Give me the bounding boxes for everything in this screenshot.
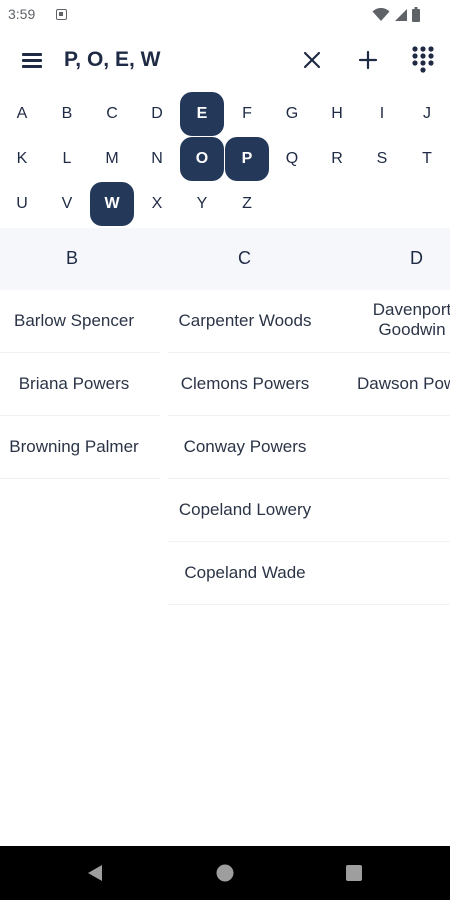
dialpad-icon[interactable]: [410, 44, 436, 76]
contact-item[interactable]: Clemons Powers: [160, 374, 330, 394]
letter-m[interactable]: M: [90, 137, 134, 181]
letter-f[interactable]: F: [225, 92, 269, 136]
letter-b[interactable]: B: [45, 92, 89, 136]
contact-item[interactable]: Carpenter Woods: [160, 311, 330, 331]
contact-item[interactable]: Conway Powers: [160, 437, 330, 457]
navigation-bar: [0, 846, 450, 900]
letter-n[interactable]: N: [135, 137, 179, 181]
status-time: 3:59: [8, 6, 36, 22]
recents-icon[interactable]: [345, 864, 363, 882]
column-header-bar: B C D: [0, 228, 450, 290]
letter-r[interactable]: R: [315, 137, 359, 181]
alphabet-grid: ABCDEFGHIJ KLMNOPQRST UVWXYZ: [0, 92, 450, 228]
letter-k[interactable]: K: [0, 137, 44, 181]
contact-item[interactable]: Davenport Goodwin: [342, 300, 450, 340]
battery-icon: [412, 7, 420, 22]
selected-letters-title: P, O, E, W: [64, 48, 161, 71]
row-divider: [0, 352, 160, 353]
row-divider: [168, 352, 450, 353]
contact-item[interactable]: Copeland Wade: [160, 563, 330, 583]
letter-q[interactable]: Q: [270, 137, 314, 181]
letter-x[interactable]: X: [135, 182, 179, 226]
row-divider: [168, 478, 450, 479]
letter-e[interactable]: E: [180, 92, 224, 136]
status-icons: [372, 7, 420, 22]
letter-j[interactable]: J: [405, 92, 449, 136]
add-icon[interactable]: [356, 48, 380, 72]
row-divider: [168, 541, 450, 542]
menu-icon[interactable]: [20, 50, 44, 70]
contact-item[interactable]: Browning Palmer: [0, 437, 148, 457]
back-icon[interactable]: [85, 863, 105, 883]
row-divider: [168, 604, 450, 605]
letter-u[interactable]: U: [0, 182, 44, 226]
letter-z[interactable]: Z: [225, 182, 269, 226]
contact-item[interactable]: Copeland Lowery: [160, 500, 330, 520]
letter-w[interactable]: W: [90, 182, 134, 226]
letter-h[interactable]: H: [315, 92, 359, 136]
status-bar: 3:59: [0, 0, 450, 30]
letter-c[interactable]: C: [90, 92, 134, 136]
letter-v[interactable]: V: [45, 182, 89, 226]
wifi-icon: [372, 7, 390, 21]
contact-name-text: Davenport Goodwin: [372, 300, 450, 339]
letter-p[interactable]: P: [225, 137, 269, 181]
row-divider: [0, 415, 160, 416]
letter-o[interactable]: O: [180, 137, 224, 181]
letter-a[interactable]: A: [0, 92, 44, 136]
letter-l[interactable]: L: [45, 137, 89, 181]
column-header-c: C: [238, 248, 251, 268]
toolbar: P, O, E, W: [0, 38, 450, 84]
row-divider: [168, 415, 450, 416]
letter-i[interactable]: I: [360, 92, 404, 136]
home-icon[interactable]: [215, 863, 235, 883]
letter-d[interactable]: D: [135, 92, 179, 136]
contact-item[interactable]: Dawson Powers: [357, 374, 450, 394]
close-icon[interactable]: [300, 48, 324, 72]
column-header-b: B: [66, 248, 79, 268]
signal-icon: [395, 8, 407, 21]
contact-columns: Barlow Spencer Briana Powers Browning Pa…: [0, 290, 450, 846]
contact-item[interactable]: Barlow Spencer: [0, 311, 148, 331]
column-header-d: D: [410, 248, 423, 268]
row-divider: [0, 478, 160, 479]
letter-g[interactable]: G: [270, 92, 314, 136]
notification-icon: [56, 9, 67, 20]
letter-s[interactable]: S: [360, 137, 404, 181]
contact-item[interactable]: Briana Powers: [0, 374, 148, 394]
letter-y[interactable]: Y: [180, 182, 224, 226]
letter-t[interactable]: T: [405, 137, 449, 181]
